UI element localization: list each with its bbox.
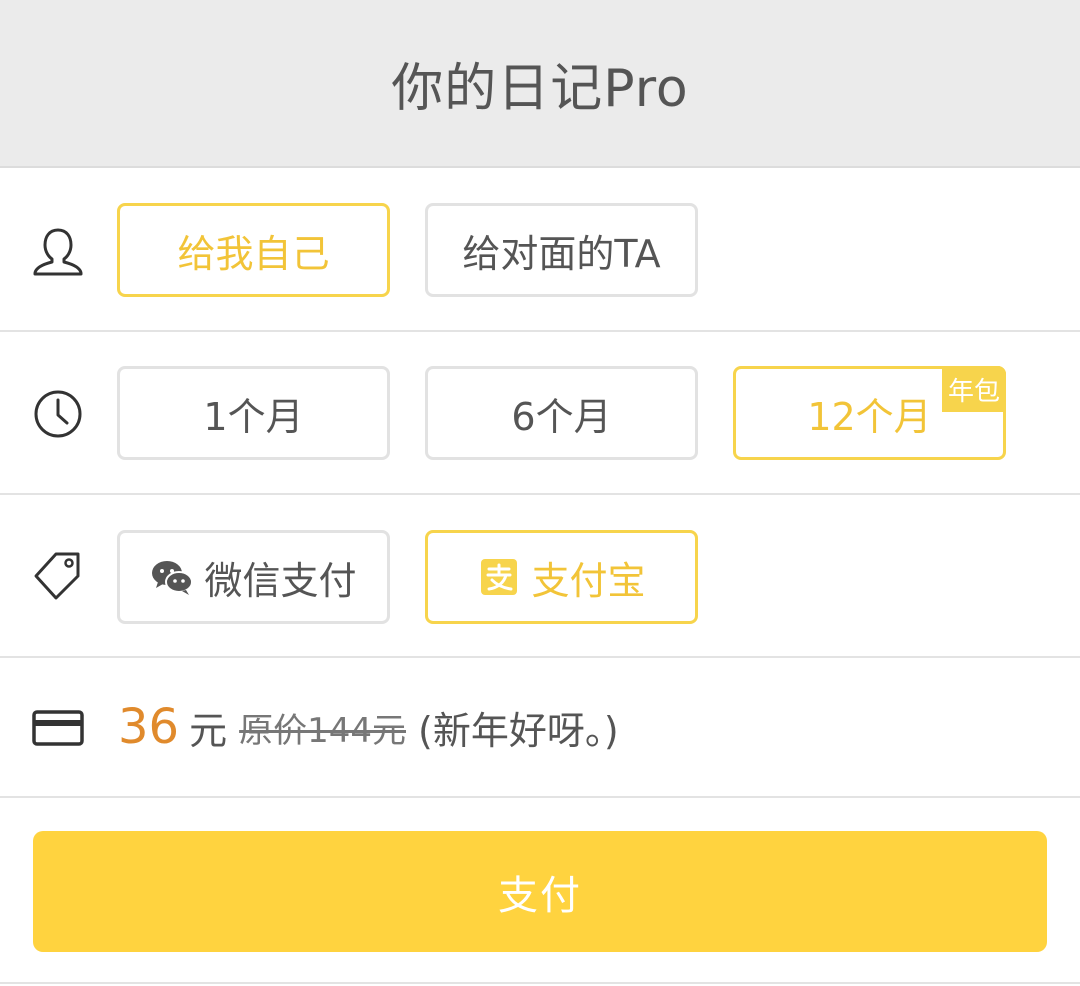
duration-row: 1个月 6个月 12个月 年包 [0,332,1080,495]
bottom-divider [0,982,1080,984]
alipay-button[interactable]: 支付宝 [425,530,698,624]
alipay-label: 支付宝 [531,558,646,603]
duration-6-month-label: 6个月 [511,394,612,439]
duration-1-month-button[interactable]: 1个月 [117,366,390,460]
payment-row: 微信支付 支付宝 [0,495,1080,658]
pay-button-label: 支付 [498,872,582,919]
credit-card-icon [32,710,84,746]
price-amount: 36 [118,699,180,755]
duration-12-month-label: 12个月 [807,394,932,439]
tag-icon [34,552,80,600]
original-price: 原价144元 [239,710,406,751]
pay-button[interactable]: 支付 [33,831,1047,952]
user-icon [33,228,83,276]
wechat-pay-label: 微信支付 [204,558,357,603]
recipient-self-button[interactable]: 给我自己 [117,203,390,297]
duration-12-month-button[interactable]: 12个月 年包 [733,366,1006,460]
recipient-self-label: 给我自己 [177,231,330,276]
recipient-other-label: 给对面的TA [462,231,661,276]
duration-1-month-label: 1个月 [203,394,304,439]
wechat-pay-button[interactable]: 微信支付 [117,530,390,624]
alipay-icon [481,559,518,595]
wechat-icon [152,561,194,595]
duration-6-month-button[interactable]: 6个月 [425,366,698,460]
clock-icon [34,390,82,438]
price-note: (新年好呀。) [418,708,619,753]
price-unit: 元 [189,708,228,753]
annual-badge: 年包 [942,366,1006,412]
header: 你的日记Pro [0,0,1080,168]
recipient-row: 给我自己 给对面的TA [0,168,1080,332]
recipient-other-button[interactable]: 给对面的TA [425,203,698,297]
price-row: 36 元 原价144元 (新年好呀。) [0,658,1080,798]
page-title: 你的日记Pro [391,58,689,119]
price-line: 36 元 原价144元 (新年好呀。) [118,658,619,796]
